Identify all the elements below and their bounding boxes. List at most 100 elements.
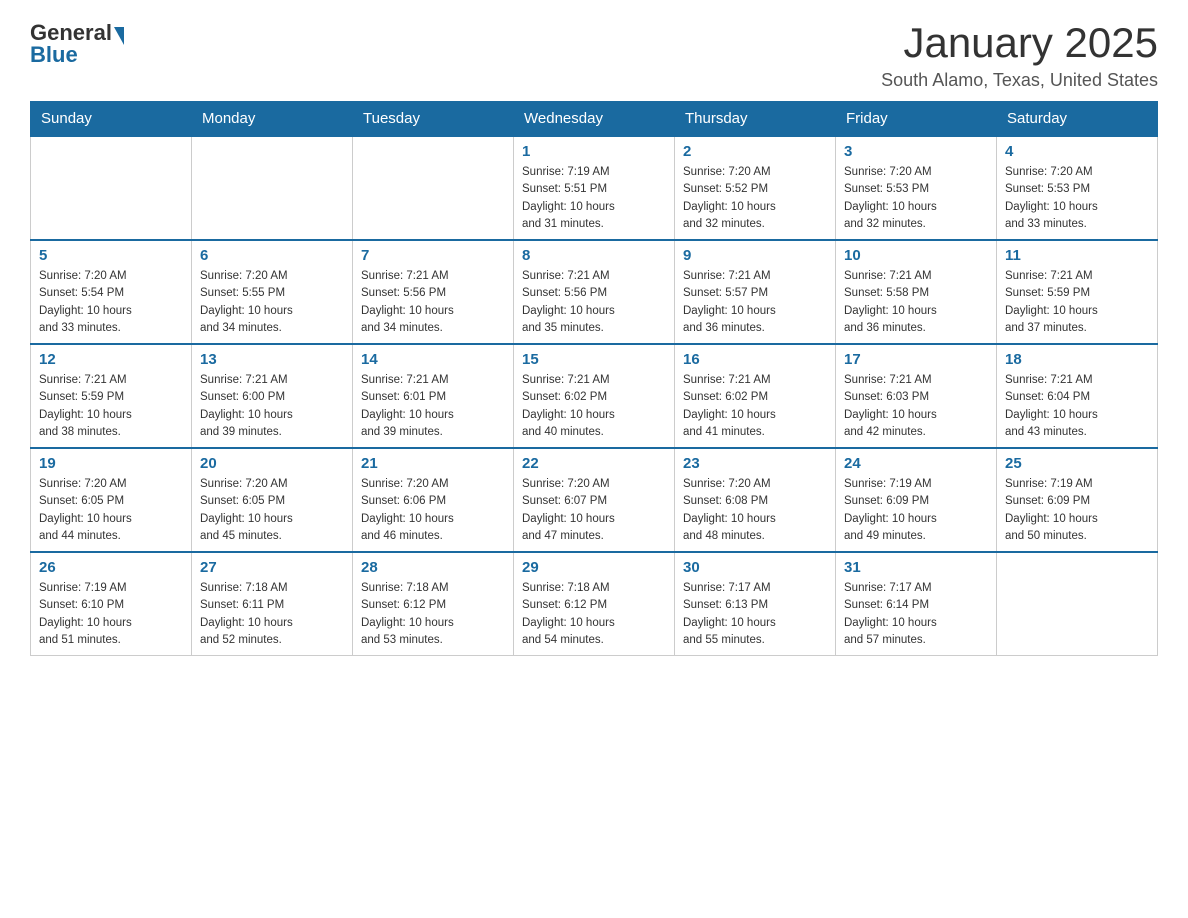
day-info: Sunrise: 7:21 AMSunset: 6:01 PMDaylight:…: [361, 372, 505, 441]
title-block: January 2025 South Alamo, Texas, United …: [881, 20, 1158, 91]
day-info: Sunrise: 7:19 AMSunset: 6:10 PMDaylight:…: [39, 580, 183, 649]
calendar-cell-w4-d3: 22 Sunrise: 7:20 AMSunset: 6:07 PMDayligh…: [514, 448, 675, 552]
logo-triangle-icon: [114, 27, 124, 45]
day-info: Sunrise: 7:21 AMSunset: 5:59 PMDaylight:…: [39, 372, 183, 441]
day-info: Sunrise: 7:18 AMSunset: 6:11 PMDaylight:…: [200, 580, 344, 649]
day-info: Sunrise: 7:17 AMSunset: 6:14 PMDaylight:…: [844, 580, 988, 649]
calendar-cell-w1-d6: 4 Sunrise: 7:20 AMSunset: 5:53 PMDaylight…: [997, 136, 1158, 240]
day-number: 28: [361, 559, 505, 576]
day-info: Sunrise: 7:19 AMSunset: 6:09 PMDaylight:…: [844, 476, 988, 545]
day-info: Sunrise: 7:21 AMSunset: 5:57 PMDaylight:…: [683, 268, 827, 337]
calendar-cell-w4-d2: 21Sunrise: 7:20 AMSunset: 6:06 PMDayligh…: [353, 448, 514, 552]
day-number: 29: [522, 559, 666, 576]
calendar-cell-w3-d5: 17 Sunrise: 7:21 AMSunset: 6:03 PMDayligh…: [836, 344, 997, 448]
calendar-cell-w4-d1: 20 Sunrise: 7:20 AMSunset: 6:05 PMDayligh…: [192, 448, 353, 552]
calendar-cell-w4-d5: 24Sunrise: 7:19 AMSunset: 6:09 PMDayligh…: [836, 448, 997, 552]
day-info: Sunrise: 7:19 AMSunset: 5:51 PMDaylight:…: [522, 164, 666, 233]
col-sunday: Sunday: [31, 102, 192, 137]
day-number: 15: [522, 351, 666, 368]
logo: General Blue: [30, 20, 124, 68]
week-row-5: 26 Sunrise: 7:19 AMSunset: 6:10 PMDayligh…: [31, 552, 1158, 656]
day-number: 4: [1005, 143, 1149, 160]
week-row-2: 5 Sunrise: 7:20 AMSunset: 5:54 PMDaylight…: [31, 240, 1158, 344]
page-header: General Blue January 2025 South Alamo, T…: [30, 20, 1158, 91]
calendar-cell-w3-d4: 16 Sunrise: 7:21 AMSunset: 6:02 PMDayligh…: [675, 344, 836, 448]
calendar-cell-w5-d4: 30 Sunrise: 7:17 AMSunset: 6:13 PMDayligh…: [675, 552, 836, 656]
calendar-cell-w2-d2: 7 Sunrise: 7:21 AMSunset: 5:56 PMDaylight…: [353, 240, 514, 344]
day-number: 11: [1005, 247, 1149, 264]
day-info: Sunrise: 7:21 AMSunset: 5:56 PMDaylight:…: [361, 268, 505, 337]
calendar-cell-w1-d1: [192, 136, 353, 240]
calendar-cell-w5-d2: 28 Sunrise: 7:18 AMSunset: 6:12 PMDayligh…: [353, 552, 514, 656]
day-number: 25: [1005, 455, 1149, 472]
day-info: Sunrise: 7:20 AMSunset: 5:53 PMDaylight:…: [1005, 164, 1149, 233]
day-info: Sunrise: 7:21 AMSunset: 6:00 PMDaylight:…: [200, 372, 344, 441]
calendar-cell-w5-d1: 27 Sunrise: 7:18 AMSunset: 6:11 PMDayligh…: [192, 552, 353, 656]
day-number: 19: [39, 455, 183, 472]
calendar-cell-w3-d3: 15 Sunrise: 7:21 AMSunset: 6:02 PMDayligh…: [514, 344, 675, 448]
col-monday: Monday: [192, 102, 353, 137]
day-number: 7: [361, 247, 505, 264]
col-tuesday: Tuesday: [353, 102, 514, 137]
day-info: Sunrise: 7:19 AMSunset: 6:09 PMDaylight:…: [1005, 476, 1149, 545]
day-info: Sunrise: 7:20 AMSunset: 5:52 PMDaylight:…: [683, 164, 827, 233]
col-saturday: Saturday: [997, 102, 1158, 137]
calendar-cell-w5-d3: 29 Sunrise: 7:18 AMSunset: 6:12 PMDayligh…: [514, 552, 675, 656]
calendar-header-row: Sunday Monday Tuesday Wednesday Thursday…: [31, 102, 1158, 137]
day-number: 14: [361, 351, 505, 368]
day-info: Sunrise: 7:20 AMSunset: 6:07 PMDaylight:…: [522, 476, 666, 545]
day-number: 17: [844, 351, 988, 368]
week-row-3: 12 Sunrise: 7:21 AMSunset: 5:59 PMDayligh…: [31, 344, 1158, 448]
day-info: Sunrise: 7:17 AMSunset: 6:13 PMDaylight:…: [683, 580, 827, 649]
day-info: Sunrise: 7:20 AMSunset: 5:54 PMDaylight:…: [39, 268, 183, 337]
day-number: 20: [200, 455, 344, 472]
calendar-cell-w5-d6: [997, 552, 1158, 656]
calendar-cell-w3-d6: 18Sunrise: 7:21 AMSunset: 6:04 PMDayligh…: [997, 344, 1158, 448]
calendar-cell-w2-d3: 8Sunrise: 7:21 AMSunset: 5:56 PMDaylight…: [514, 240, 675, 344]
calendar-cell-w3-d0: 12 Sunrise: 7:21 AMSunset: 5:59 PMDayligh…: [31, 344, 192, 448]
logo-blue-text: Blue: [30, 42, 124, 68]
day-info: Sunrise: 7:18 AMSunset: 6:12 PMDaylight:…: [361, 580, 505, 649]
day-number: 22: [522, 455, 666, 472]
calendar-cell-w4-d0: 19 Sunrise: 7:20 AMSunset: 6:05 PMDayligh…: [31, 448, 192, 552]
calendar-cell-w2-d5: 10Sunrise: 7:21 AMSunset: 5:58 PMDayligh…: [836, 240, 997, 344]
day-info: Sunrise: 7:20 AMSunset: 6:05 PMDaylight:…: [39, 476, 183, 545]
calendar-cell-w1-d0: [31, 136, 192, 240]
day-info: Sunrise: 7:20 AMSunset: 5:53 PMDaylight:…: [844, 164, 988, 233]
calendar-cell-w3-d2: 14 Sunrise: 7:21 AMSunset: 6:01 PMDayligh…: [353, 344, 514, 448]
day-number: 31: [844, 559, 988, 576]
day-info: Sunrise: 7:21 AMSunset: 6:02 PMDaylight:…: [522, 372, 666, 441]
day-number: 16: [683, 351, 827, 368]
day-info: Sunrise: 7:20 AMSunset: 6:08 PMDaylight:…: [683, 476, 827, 545]
calendar-cell-w1-d5: 3 Sunrise: 7:20 AMSunset: 5:53 PMDaylight…: [836, 136, 997, 240]
week-row-1: 1 Sunrise: 7:19 AMSunset: 5:51 PMDaylight…: [31, 136, 1158, 240]
calendar-cell-w5-d0: 26 Sunrise: 7:19 AMSunset: 6:10 PMDayligh…: [31, 552, 192, 656]
day-number: 23: [683, 455, 827, 472]
calendar-cell-w5-d5: 31 Sunrise: 7:17 AMSunset: 6:14 PMDayligh…: [836, 552, 997, 656]
day-info: Sunrise: 7:21 AMSunset: 6:03 PMDaylight:…: [844, 372, 988, 441]
col-thursday: Thursday: [675, 102, 836, 137]
calendar-subtitle: South Alamo, Texas, United States: [881, 70, 1158, 91]
calendar-cell-w2-d0: 5 Sunrise: 7:20 AMSunset: 5:54 PMDaylight…: [31, 240, 192, 344]
col-friday: Friday: [836, 102, 997, 137]
day-number: 3: [844, 143, 988, 160]
calendar-cell-w2-d4: 9 Sunrise: 7:21 AMSunset: 5:57 PMDaylight…: [675, 240, 836, 344]
day-info: Sunrise: 7:20 AMSunset: 6:06 PMDaylight:…: [361, 476, 505, 545]
day-number: 27: [200, 559, 344, 576]
day-number: 12: [39, 351, 183, 368]
calendar-cell-w4-d4: 23 Sunrise: 7:20 AMSunset: 6:08 PMDayligh…: [675, 448, 836, 552]
calendar-cell-w1-d3: 1 Sunrise: 7:19 AMSunset: 5:51 PMDaylight…: [514, 136, 675, 240]
day-info: Sunrise: 7:20 AMSunset: 6:05 PMDaylight:…: [200, 476, 344, 545]
day-info: Sunrise: 7:21 AMSunset: 5:58 PMDaylight:…: [844, 268, 988, 337]
day-number: 9: [683, 247, 827, 264]
day-info: Sunrise: 7:21 AMSunset: 6:02 PMDaylight:…: [683, 372, 827, 441]
calendar-cell-w1-d4: 2Sunrise: 7:20 AMSunset: 5:52 PMDaylight…: [675, 136, 836, 240]
day-number: 26: [39, 559, 183, 576]
day-number: 5: [39, 247, 183, 264]
calendar-title: January 2025: [881, 20, 1158, 66]
col-wednesday: Wednesday: [514, 102, 675, 137]
day-number: 1: [522, 143, 666, 160]
day-number: 18: [1005, 351, 1149, 368]
day-info: Sunrise: 7:18 AMSunset: 6:12 PMDaylight:…: [522, 580, 666, 649]
day-number: 30: [683, 559, 827, 576]
